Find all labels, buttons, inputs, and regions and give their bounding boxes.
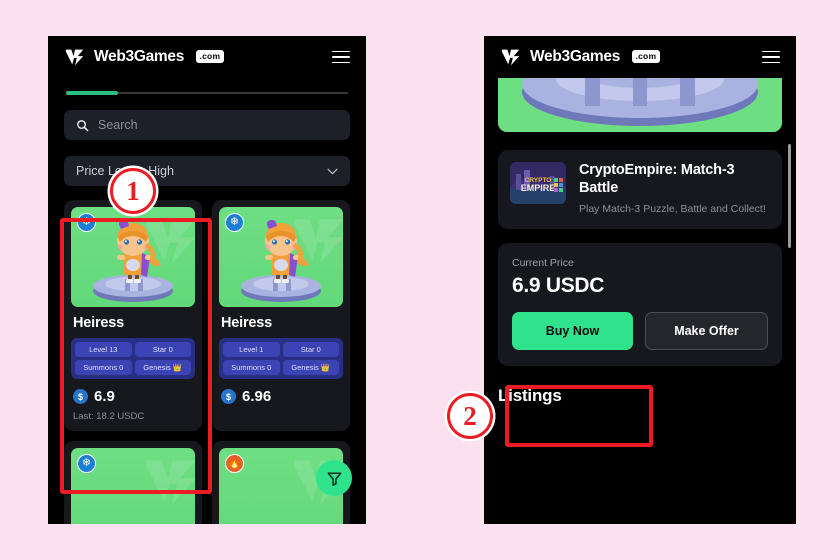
nft-price-row: $ 6.96 [221, 388, 343, 405]
buy-now-button[interactable]: Buy Now [512, 311, 633, 350]
search-icon [77, 119, 89, 131]
price-action-row: Buy Now Make Offer [512, 311, 768, 350]
right-app-header: Web3Games .com [484, 36, 796, 78]
annotation-badge-1: 1 [110, 168, 156, 214]
game-subtitle: Play Match-3 Puzzle, Battle and Collect! [579, 203, 766, 216]
stat-genesis: Genesis 👑 [282, 360, 339, 375]
snowflake-icon: ❄ [77, 213, 96, 232]
nft-artwork: ❄ [71, 448, 195, 524]
brand-name: Web3Games [94, 48, 185, 65]
brand-badge: .com [196, 49, 224, 63]
nft-card[interactable]: ❄ Heiress Level 13 Star 0 Summons 0 Gene… [64, 200, 202, 431]
current-price-amount: 6.9 USDC [512, 273, 605, 297]
nft-name: Heiress [73, 315, 124, 331]
nft-price-row: $ 6.9 [73, 388, 195, 405]
usdc-coin-icon: $ [73, 389, 88, 404]
current-price-label: Current Price [512, 256, 574, 269]
nft-card[interactable]: ❄ Heiress Level 1 Star 0 Summons 0 Genes… [212, 200, 350, 431]
stat-level: Level 13 [75, 342, 132, 357]
nft-card-grid: ❄ Heiress Level 13 Star 0 Summons 0 Gene… [64, 200, 350, 524]
nft-price: 6.96 [242, 388, 272, 405]
character-artwork [241, 219, 321, 302]
sort-dropdown[interactable]: Price Low to High [64, 156, 350, 186]
nft-price: 6.9 [94, 388, 115, 405]
chevron-down-icon [327, 168, 338, 174]
hamburger-menu-icon[interactable] [332, 50, 350, 64]
game-text-block: CryptoEmpire: Match-3 Battle Play Match-… [579, 162, 770, 217]
stat-star: Star 0 [282, 342, 339, 357]
svg-text:EMPIRE: EMPIRE [521, 183, 556, 193]
hamburger-menu-icon[interactable] [762, 50, 780, 64]
filter-funnel-icon [327, 472, 341, 486]
make-offer-button[interactable]: Make Offer [645, 311, 768, 350]
stat-summons: Summons 0 [75, 360, 132, 375]
tab-underline-bar [66, 91, 348, 95]
pedestal-artwork [522, 78, 758, 126]
stat-genesis: Genesis 👑 [134, 360, 191, 375]
cryptoempire-thumbnail: CRYPTO EMPIRE [510, 162, 566, 204]
watermark-logo-icon [146, 460, 195, 505]
left-phone-screen: Web3Games .com Search Price Low to High [48, 36, 366, 524]
stat-star: Star 0 [134, 342, 191, 357]
brand-logo[interactable]: Web3Games .com [64, 46, 224, 68]
search-input[interactable]: Search [64, 110, 350, 140]
brand-logo[interactable]: Web3Games .com [500, 46, 660, 68]
game-title: CryptoEmpire: Match-3 Battle [579, 162, 735, 196]
web3games-logo-icon [501, 49, 520, 66]
active-tab-indicator [66, 91, 118, 95]
nft-artwork: ❄ [71, 207, 195, 307]
nft-card[interactable]: ❄ [64, 441, 202, 524]
fire-icon: 🔥 [225, 454, 244, 473]
brand-name: Web3Games [530, 48, 621, 65]
nft-hero-image [498, 78, 782, 132]
listings-heading: Listings [498, 385, 562, 405]
game-info-card[interactable]: CRYPTO EMPIRE CryptoEmpire: Match-3 Batt… [498, 150, 782, 229]
nft-last-sale: Last: 18.2 USDC [73, 411, 145, 422]
filter-fab-button[interactable] [316, 460, 352, 496]
right-phone-body: CRYPTO EMPIRE CryptoEmpire: Match-3 Batt… [484, 78, 796, 524]
nft-artwork: ❄ [219, 207, 343, 307]
left-app-header: Web3Games .com [48, 36, 366, 78]
annotation-badge-2: 2 [447, 393, 493, 439]
web3games-logo-icon [65, 49, 84, 66]
screenshot-stage: Web3Games .com Search Price Low to High [0, 0, 840, 560]
stat-level: Level 1 [223, 342, 280, 357]
snowflake-icon: ❄ [77, 454, 96, 473]
left-phone-body: Search Price Low to High [48, 91, 366, 524]
right-phone-screen: Web3Games .com CRYPTO EMPIRE CryptoEmpir… [484, 36, 796, 524]
stat-summons: Summons 0 [223, 360, 280, 375]
vertical-scrollbar-thumb[interactable] [788, 144, 791, 248]
nft-stats: Level 13 Star 0 Summons 0 Genesis 👑 [71, 338, 195, 379]
nft-name: Heiress [221, 315, 272, 331]
usdc-coin-icon: $ [221, 389, 236, 404]
current-price-panel: Current Price 6.9 USDC Buy Now Make Offe… [498, 242, 782, 366]
search-placeholder: Search [98, 118, 138, 132]
snowflake-icon: ❄ [225, 213, 244, 232]
nft-stats: Level 1 Star 0 Summons 0 Genesis 👑 [219, 338, 343, 379]
brand-badge: .com [632, 49, 660, 63]
character-artwork [93, 219, 173, 302]
